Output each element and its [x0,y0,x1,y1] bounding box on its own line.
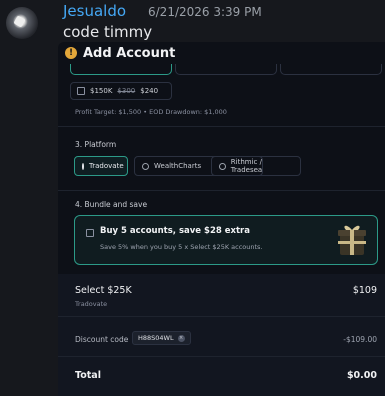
discount-label: Discount code [75,335,129,344]
plan-card-selected[interactable] [70,64,172,75]
divider [58,126,385,127]
new-price: $240 [140,87,159,95]
platform-label: Tradovate [89,162,124,170]
warning-icon: ! [65,47,77,59]
checkbox-icon[interactable] [86,229,94,237]
plan-card[interactable] [280,64,382,75]
platform-label: WealthCharts [154,162,202,170]
divider [58,356,385,357]
platform-heading: 3. Platform [75,140,117,149]
profit-info: Profit Target: $1,500 • EOD Drawdown: $1… [75,108,227,116]
remove-code-icon[interactable]: × [177,334,185,342]
item-platform: Tradovate [75,300,108,308]
discount-code-chip[interactable]: H88S04WL × [132,331,191,345]
platform-rithmic[interactable]: Rithmic / Tradesea [211,156,301,176]
bundle-title: Buy 5 accounts, save $28 extra [100,226,250,236]
panel-title: Add Account [83,45,176,61]
panel-header: ! Add Account [65,44,175,62]
avatar-icon [13,15,26,28]
price-option[interactable]: $150K $300 $240 [70,82,172,100]
username[interactable]: Jesualdo [63,2,126,20]
checkbox-icon [77,87,85,95]
discount-code: H88S04WL [138,334,174,342]
add-account-panel: ! Add Account $150K $300 $240 Profit Tar… [58,42,385,396]
bundle-offer[interactable]: Buy 5 accounts, save $28 extra Save 5% w… [74,215,378,265]
old-price: $300 [117,87,136,95]
plan-card[interactable] [175,64,277,75]
bundle-subtitle: Save 5% when you buy 5 x Select $25K acc… [100,243,263,251]
message-timestamp: 6/21/2026 3:39 PM [148,5,262,19]
gift-icon [338,225,366,255]
item-price: $109 [352,285,377,296]
message-text: code timmy [63,23,153,41]
total-value: $0.00 [346,370,377,381]
radio-icon [142,162,149,170]
total-label: Total [75,370,101,381]
radio-selected-icon [82,162,84,170]
platform-tradovate[interactable]: Tradovate [74,156,128,176]
user-avatar[interactable] [6,7,38,39]
order-summary: Select $25K $109 Tradovate Discount code… [58,274,385,396]
platform-label: Rithmic / Tradesea [230,158,263,174]
discount-value: -$109.00 [343,335,377,344]
item-name: Select $25K [75,285,132,296]
radio-icon [219,162,226,170]
divider [58,316,385,317]
bundle-heading: 4. Bundle and save [75,200,148,209]
divider [58,190,385,191]
price-size: $150K [90,87,113,95]
